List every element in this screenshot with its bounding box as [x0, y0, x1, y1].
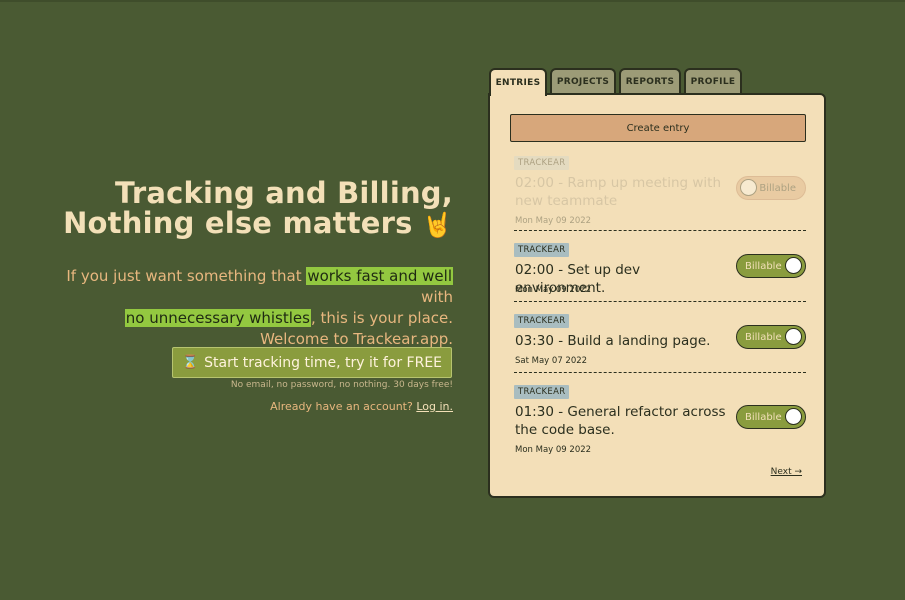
- toggle-knob: [740, 179, 757, 196]
- hourglass-icon: ⌛: [181, 355, 199, 370]
- project-badge: TRACKEAR: [514, 243, 570, 257]
- billable-label: Billable: [745, 331, 782, 343]
- create-entry-button[interactable]: Create entry: [510, 114, 806, 142]
- billable-toggle[interactable]: Billable: [736, 254, 806, 278]
- hero-description: If you just want something that works fa…: [40, 266, 453, 350]
- desc-text-1: If you just want something that: [66, 267, 307, 285]
- toggle-knob: [785, 408, 802, 425]
- next-page-link[interactable]: Next →: [771, 467, 802, 477]
- top-border: [0, 0, 905, 2]
- entry-title: 02:00 - Ramp up meeting with new teammat…: [515, 175, 722, 209]
- entry-divider: [514, 372, 806, 373]
- entry-item: TRACKEAR 02:00 - Set up dev environment.…: [514, 237, 806, 299]
- hero-title-line2: Nothing else matters 🤘: [60, 208, 453, 240]
- entry-date: Mon May 09 2022: [515, 285, 592, 295]
- entry-date: Mon May 09 2022: [515, 445, 592, 455]
- login-prompt-text: Already have an account?: [270, 400, 413, 413]
- entry-date: Mon May 09 2022: [515, 216, 592, 226]
- hero-title-line1: Tracking and Billing,: [115, 176, 453, 210]
- entry-date: Sat May 07 2022: [515, 356, 588, 366]
- tab-projects[interactable]: PROJECTS: [550, 68, 616, 94]
- entry-item: TRACKEAR 02:00 - Ramp up meeting with ne…: [514, 150, 806, 226]
- billable-label: Billable: [745, 411, 782, 423]
- entry-item: TRACKEAR 03:30 - Build a landing page. S…: [514, 308, 806, 370]
- tab-entries[interactable]: ENTRIES: [489, 68, 547, 96]
- project-badge: TRACKEAR: [514, 385, 570, 399]
- cta-note: No email, no password, no nothing. 30 da…: [230, 380, 453, 390]
- entry-title: 01:30 - General refactor across the code…: [515, 404, 726, 438]
- billable-label: Billable: [745, 260, 782, 272]
- desc-highlight-1: works fast and well: [306, 267, 453, 285]
- billable-label: Billable: [759, 182, 796, 194]
- start-tracking-button[interactable]: ⌛ Start tracking time, try it for FREE: [172, 347, 452, 378]
- toggle-knob: [785, 257, 802, 274]
- desc-highlight-2: no unnecessary whistles: [124, 309, 311, 327]
- hero-title: Tracking and Billing, Nothing else matte…: [60, 178, 453, 240]
- project-badge: TRACKEAR: [514, 314, 570, 328]
- project-badge: TRACKEAR: [514, 156, 570, 170]
- desc-text-3: , this is your place.: [310, 309, 453, 327]
- start-tracking-label: Start tracking time, try it for FREE: [204, 354, 443, 371]
- login-prompt: Already have an account? Log in.: [160, 400, 453, 413]
- entry-item: TRACKEAR 01:30 - General refactor across…: [514, 379, 806, 459]
- toggle-knob: [785, 328, 802, 345]
- entry-divider: [514, 230, 806, 231]
- billable-toggle[interactable]: Billable: [736, 405, 806, 429]
- rock-hand-icon: 🤘: [422, 211, 453, 239]
- desc-welcome: Welcome to Trackear.app.: [260, 330, 453, 348]
- desc-text-2: with: [421, 288, 453, 306]
- entry-title: 03:30 - Build a landing page.: [515, 333, 711, 349]
- billable-toggle[interactable]: Billable: [736, 176, 806, 200]
- entry-divider: [514, 301, 806, 302]
- tab-profile[interactable]: PROFILE: [684, 68, 742, 94]
- tab-reports[interactable]: REPORTS: [619, 68, 681, 94]
- login-link[interactable]: Log in.: [416, 400, 453, 413]
- billable-toggle[interactable]: Billable: [736, 325, 806, 349]
- hero-title-line2-text: Nothing else matters: [63, 206, 413, 240]
- entries-panel: Create entry TRACKEAR 02:00 - Ramp up me…: [488, 93, 826, 498]
